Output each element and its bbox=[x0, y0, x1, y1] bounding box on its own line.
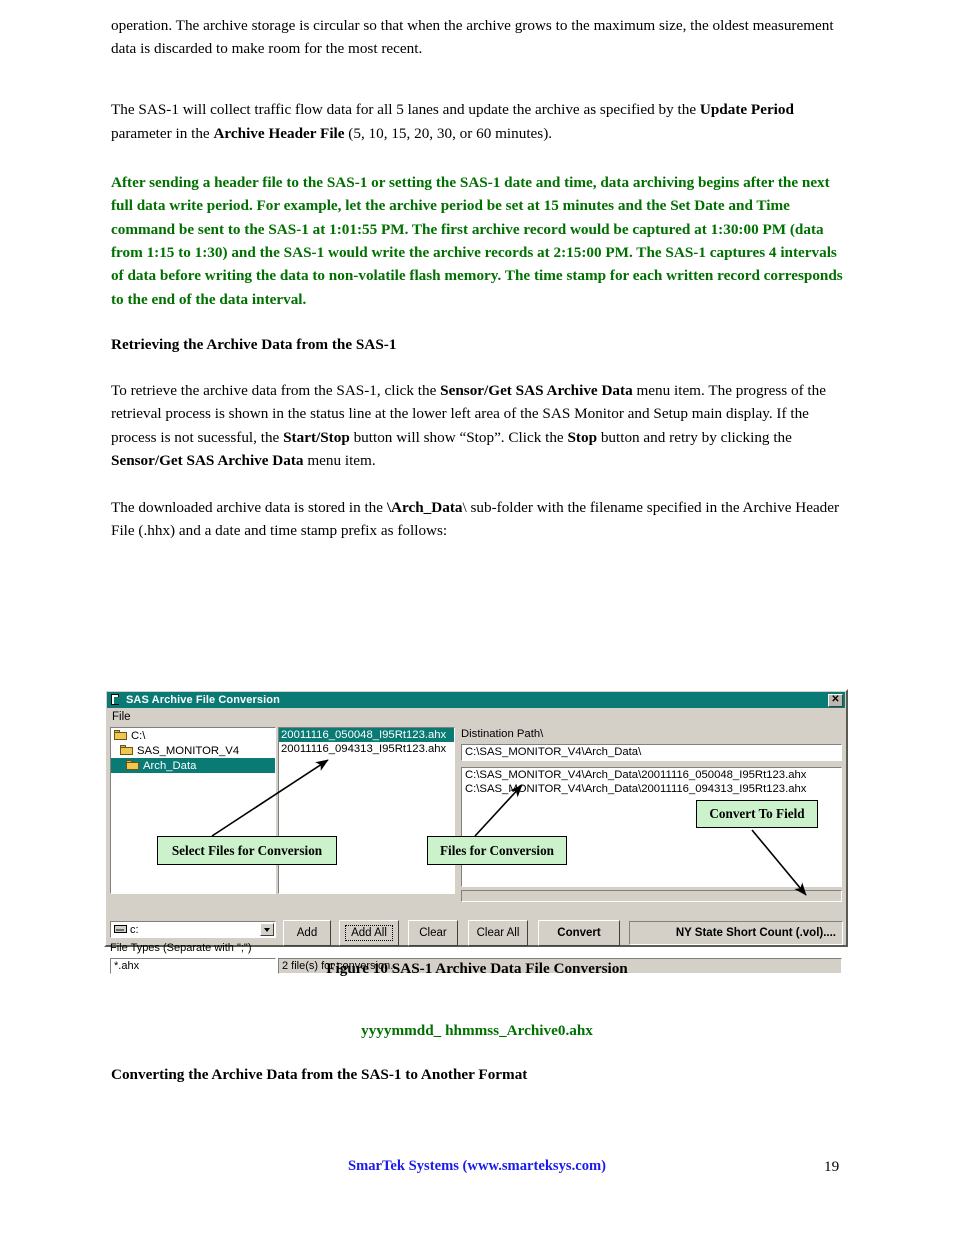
folder-icon bbox=[114, 730, 128, 741]
para3-bold-stop: Stop bbox=[567, 428, 598, 446]
file-types-label: File Types (Separate with ";") bbox=[110, 942, 252, 954]
document-body: operation. The archive storage is circul… bbox=[111, 0, 843, 542]
paragraph-update-period: The SAS-1 will collect traffic flow data… bbox=[111, 98, 843, 144]
heading-retrieving-archive-data: Retrieving the Archive Data from the SAS… bbox=[111, 336, 397, 354]
list-item[interactable]: 20011116_050048_I95Rt123.ahx bbox=[279, 728, 454, 742]
folder-tree[interactable]: C:\ SAS_MONITOR_V4 Arch_Data bbox=[110, 727, 276, 894]
para2-text2: parameter in the bbox=[111, 124, 214, 142]
list-item: C:\SAS_MONITOR_V4\Arch_Data\20011116_050… bbox=[465, 769, 807, 781]
tree-item-c-drive[interactable]: C:\ bbox=[111, 728, 275, 743]
tree-item-label: Arch_Data bbox=[143, 759, 197, 772]
add-all-button-label: Add All bbox=[345, 925, 393, 941]
menu-item-file[interactable]: File bbox=[112, 711, 131, 723]
close-icon[interactable]: ✕ bbox=[828, 693, 843, 707]
tree-item-label: SAS_MONITOR_V4 bbox=[137, 744, 240, 757]
chevron-down-icon[interactable] bbox=[260, 923, 274, 936]
list-item[interactable]: 20011116_094313_I95Rt123.ahx bbox=[279, 742, 454, 756]
destination-path-label: Distination Path\ bbox=[461, 728, 544, 740]
folder-icon bbox=[120, 745, 134, 756]
convert-button[interactable]: Convert bbox=[538, 920, 620, 946]
heading-converting-archive-data: Converting the Archive Data from the SAS… bbox=[111, 1066, 528, 1083]
destination-path-input[interactable]: C:\SAS_MONITOR_V4\Arch_Data\ bbox=[461, 744, 842, 761]
drive-select[interactable]: c: bbox=[110, 921, 276, 938]
figure-caption: Figure 10 SAS-1 Archive Data File Conver… bbox=[326, 960, 628, 977]
document-arrow-icon bbox=[110, 694, 122, 706]
tree-item-arch-data[interactable]: Arch_Data bbox=[111, 758, 275, 773]
para3-text1: To retrieve the archive data from the SA… bbox=[111, 382, 441, 400]
para3-bold-sensor-get-2: Sensor/Get SAS Archive Data bbox=[111, 451, 304, 469]
dialog-title: SAS Archive File Conversion bbox=[126, 694, 280, 706]
para4-bold-arch-data: \Arch_Data bbox=[386, 499, 463, 517]
clear-all-button[interactable]: Clear All bbox=[468, 920, 528, 946]
para2-text3: (5, 10, 15, 20, 30, or 60 minutes). bbox=[344, 124, 553, 142]
callout-convert-to-field: Convert To Field bbox=[696, 800, 818, 828]
paragraph-operation: operation. The archive storage is circul… bbox=[111, 17, 834, 58]
para3-text5: menu item. bbox=[303, 451, 376, 469]
paragraph-storage-location: The downloaded archive data is stored in… bbox=[111, 496, 843, 542]
para2-bold-archive-header-file: Archive Header File bbox=[213, 124, 345, 142]
filename-pattern: yyyymmdd_ hhmmss_Archive0.ahx bbox=[361, 1022, 593, 1039]
convert-to-field[interactable]: NY State Short Count (.vol).... bbox=[629, 921, 843, 945]
page-footer: SmarTek Systems (www.smarteksys.com) bbox=[347, 1158, 607, 1174]
page-number: 19 bbox=[824, 1158, 840, 1175]
destination-path-value: C:\SAS_MONITOR_V4\Arch_Data\ bbox=[465, 746, 642, 758]
clear-button[interactable]: Clear bbox=[408, 920, 458, 946]
dialog-menubar: File bbox=[106, 708, 846, 725]
para3-text4: button and retry by clicking the bbox=[597, 428, 792, 446]
destination-strip bbox=[461, 890, 842, 902]
callout-select-files: Select Files for Conversion bbox=[157, 836, 337, 865]
para3-text3: button will show “Stop”. Click the bbox=[349, 428, 568, 446]
drive-value: c: bbox=[130, 923, 139, 936]
folder-open-icon bbox=[126, 760, 140, 771]
callout-files-for-conversion: Files for Conversion bbox=[427, 836, 567, 865]
para4-text1: The downloaded archive data is stored in… bbox=[111, 499, 387, 517]
dialog-titlebar: SAS Archive File Conversion ✕ bbox=[107, 692, 845, 708]
para2-bold-update-period: Update Period bbox=[699, 101, 794, 119]
add-all-button[interactable]: Add All bbox=[339, 920, 399, 946]
tree-item-sas-monitor-v4[interactable]: SAS_MONITOR_V4 bbox=[111, 743, 275, 758]
dialog-body: C:\ SAS_MONITOR_V4 Arch_Data 20011116_05… bbox=[106, 725, 846, 974]
add-button[interactable]: Add bbox=[283, 920, 331, 946]
list-item: C:\SAS_MONITOR_V4\Arch_Data\20011116_094… bbox=[465, 783, 807, 795]
para3-bold-start-stop: Start/Stop bbox=[283, 428, 350, 446]
para3-bold-sensor-get-1: Sensor/Get SAS Archive Data bbox=[440, 382, 633, 400]
tree-item-label: C:\ bbox=[131, 729, 146, 742]
paragraph-archiving-note: After sending a header file to the SAS-1… bbox=[111, 173, 843, 308]
source-file-list[interactable]: 20011116_050048_I95Rt123.ahx 20011116_09… bbox=[278, 727, 455, 894]
para2-text1: The SAS-1 will collect traffic flow data… bbox=[111, 101, 700, 119]
paragraph-retrieve-steps: To retrieve the archive data from the SA… bbox=[111, 379, 843, 472]
drive-icon bbox=[114, 925, 127, 934]
